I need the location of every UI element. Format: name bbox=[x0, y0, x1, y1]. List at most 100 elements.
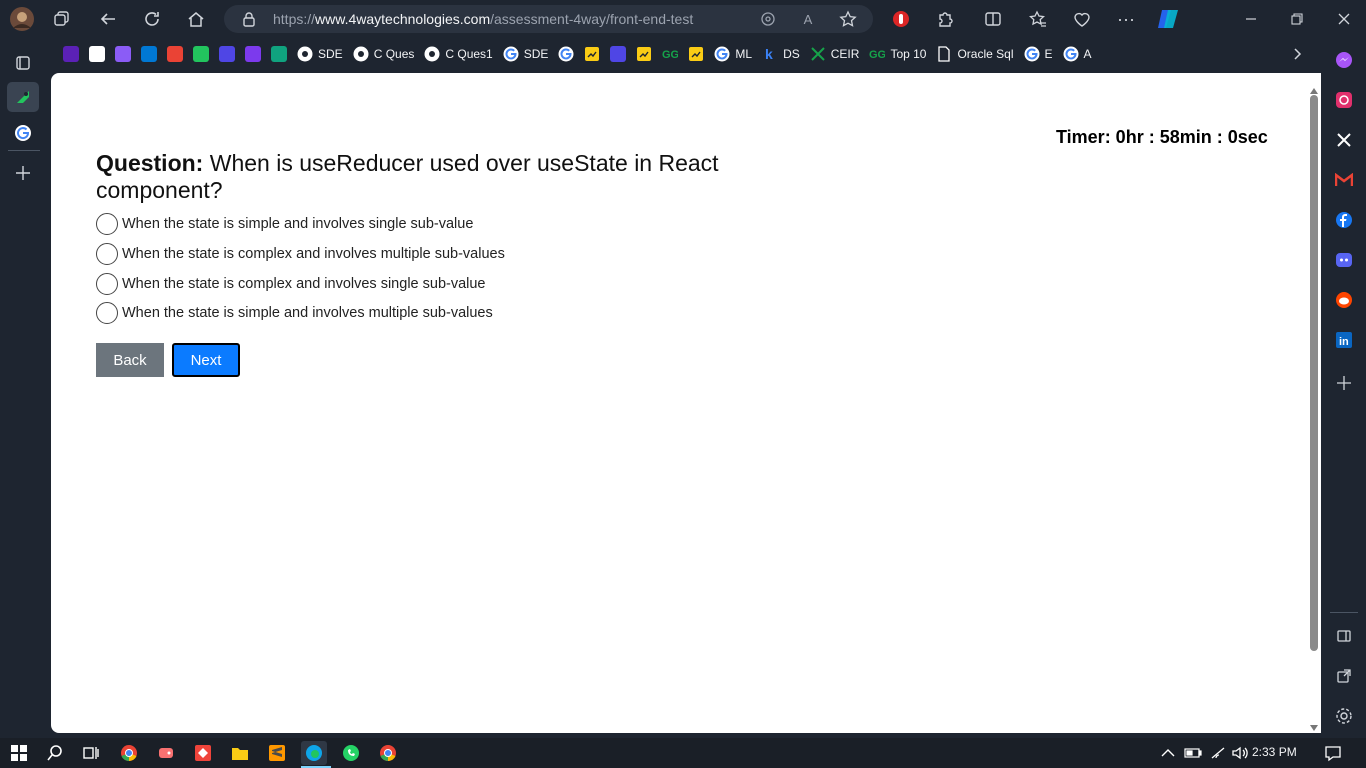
facebook-icon[interactable] bbox=[1333, 209, 1355, 231]
radio-button[interactable] bbox=[96, 213, 118, 235]
bookmarks-bar: SDE C Ques C Ques1 SDE GG ML k DS CEIR GG Top 10 Or… bbox=[58, 40, 1308, 68]
bookmark-item[interactable]: C Ques1 bbox=[419, 41, 497, 67]
close-icon[interactable] bbox=[1330, 5, 1358, 33]
more-options-icon[interactable]: ··· bbox=[1112, 5, 1140, 33]
bookmark-item[interactable]: ML bbox=[709, 41, 757, 67]
adblock-extension-icon[interactable] bbox=[887, 5, 915, 33]
copilot-icon[interactable] bbox=[1154, 5, 1182, 33]
url-text[interactable]: https://www.4waytechnologies.com/assessm… bbox=[273, 11, 693, 27]
new-tab-plus-icon[interactable] bbox=[14, 164, 32, 187]
radio-button[interactable] bbox=[96, 273, 118, 295]
volume-icon[interactable] bbox=[1227, 741, 1253, 765]
bookmark-item[interactable]: A bbox=[1058, 41, 1097, 67]
favorites-icon[interactable] bbox=[1024, 5, 1052, 33]
location-icon[interactable] bbox=[759, 10, 777, 28]
page-scrollbar[interactable] bbox=[1307, 73, 1321, 733]
gfg-icon: GG bbox=[869, 46, 885, 62]
bookmark-item[interactable] bbox=[84, 41, 110, 67]
answer-option-1[interactable]: When the state is simple and involves si… bbox=[96, 212, 473, 236]
bookmarks-overflow-chevron-icon[interactable] bbox=[1288, 45, 1306, 63]
edge-taskbar-icon[interactable] bbox=[301, 741, 327, 765]
linkedin-icon[interactable]: in bbox=[1333, 329, 1355, 351]
bookmark-item[interactable] bbox=[553, 41, 579, 67]
next-button[interactable]: Next bbox=[172, 343, 240, 377]
task-view-icon[interactable] bbox=[78, 741, 104, 765]
bookmark-item[interactable] bbox=[579, 41, 605, 67]
lock-icon[interactable] bbox=[242, 11, 256, 32]
hide-sidebar-icon[interactable] bbox=[1333, 625, 1355, 647]
discord-icon[interactable] bbox=[1333, 249, 1355, 271]
messenger-icon[interactable] bbox=[1333, 49, 1355, 71]
whatsapp-taskbar-icon[interactable] bbox=[338, 741, 364, 765]
file-explorer-icon[interactable] bbox=[227, 741, 253, 765]
chrome-second-taskbar-icon[interactable] bbox=[375, 741, 401, 765]
browser-essentials-icon[interactable] bbox=[1068, 5, 1096, 33]
home-icon[interactable] bbox=[182, 5, 210, 33]
bookmark-item[interactable] bbox=[136, 41, 162, 67]
bookmark-item[interactable]: C Ques bbox=[348, 41, 420, 67]
anydesk-taskbar-icon[interactable] bbox=[190, 741, 216, 765]
search-icon[interactable] bbox=[42, 741, 68, 765]
bookmark-item[interactable] bbox=[631, 41, 657, 67]
edge-sidebar: in bbox=[1322, 40, 1366, 740]
gmail-icon[interactable] bbox=[1333, 169, 1355, 191]
minimize-icon[interactable] bbox=[1237, 5, 1265, 33]
instagram-icon[interactable] bbox=[1333, 89, 1355, 111]
favorite-star-icon[interactable] bbox=[839, 10, 857, 28]
taskbar-clock[interactable]: 2:33 PM bbox=[1252, 745, 1297, 759]
scrollbar-thumb[interactable] bbox=[1310, 95, 1318, 651]
sublime-taskbar-icon[interactable] bbox=[264, 741, 290, 765]
scroll-down-arrow-icon[interactable] bbox=[1310, 718, 1318, 736]
battery-icon[interactable] bbox=[1180, 741, 1206, 765]
chrome-taskbar-icon[interactable] bbox=[116, 741, 142, 765]
bookmark-item[interactable] bbox=[58, 41, 84, 67]
bookmark-item[interactable] bbox=[266, 41, 292, 67]
bookmark-item[interactable]: GG bbox=[657, 41, 683, 67]
reddit-icon[interactable] bbox=[1333, 289, 1355, 311]
radio-button[interactable] bbox=[96, 302, 118, 324]
bookmark-item[interactable]: GG Top 10 bbox=[864, 41, 931, 67]
bookmark-item[interactable]: Oracle Sql bbox=[931, 41, 1018, 67]
back-arrow-icon[interactable] bbox=[94, 5, 122, 33]
address-bar[interactable]: https://www.4waytechnologies.com/assessm… bbox=[224, 5, 873, 33]
bookmark-item[interactable]: SDE bbox=[498, 41, 554, 67]
answer-option-4[interactable]: When the state is simple and involves mu… bbox=[96, 301, 493, 325]
answer-option-2[interactable]: When the state is complex and involves m… bbox=[96, 242, 505, 266]
bookmark-item[interactable] bbox=[110, 41, 136, 67]
bookmark-item[interactable] bbox=[188, 41, 214, 67]
refresh-icon[interactable] bbox=[138, 5, 166, 33]
profile-avatar[interactable] bbox=[8, 5, 36, 33]
restore-icon[interactable] bbox=[1283, 5, 1311, 33]
active-tab-favicon[interactable] bbox=[7, 82, 39, 112]
radio-button[interactable] bbox=[96, 243, 118, 265]
bookmark-item[interactable]: k DS bbox=[757, 41, 805, 67]
settings-gear-icon[interactable] bbox=[1333, 705, 1355, 727]
bookmark-item[interactable] bbox=[214, 41, 240, 67]
bookmark-item[interactable] bbox=[240, 41, 266, 67]
collections-icon[interactable] bbox=[48, 5, 76, 33]
windows-start-icon[interactable] bbox=[6, 741, 32, 765]
svg-text:GG: GG bbox=[662, 49, 678, 61]
bookmark-item[interactable]: E bbox=[1019, 41, 1058, 67]
add-sidebar-app-icon[interactable] bbox=[1333, 372, 1355, 394]
x-twitter-icon[interactable] bbox=[1333, 129, 1355, 151]
back-button[interactable]: Back bbox=[96, 343, 164, 377]
google-tab-icon[interactable] bbox=[14, 124, 32, 147]
bookmark-item[interactable]: CEIR bbox=[805, 41, 865, 67]
read-aloud-icon[interactable]: A bbox=[799, 10, 817, 28]
answer-option-3[interactable]: When the state is complex and involves s… bbox=[96, 272, 486, 296]
bookmark-item[interactable] bbox=[605, 41, 631, 67]
bookmark-item[interactable] bbox=[162, 41, 188, 67]
split-screen-icon[interactable] bbox=[979, 5, 1007, 33]
show-hidden-icons-chevron-icon[interactable] bbox=[1155, 741, 1181, 765]
tab-actions-icon[interactable] bbox=[14, 54, 32, 77]
open-external-icon[interactable] bbox=[1333, 665, 1355, 687]
bookmark-label: Oracle Sql bbox=[957, 47, 1014, 61]
bookmark-label: SDE bbox=[523, 47, 549, 61]
k-icon: k bbox=[762, 46, 778, 62]
bookmark-item[interactable] bbox=[683, 41, 709, 67]
game-taskbar-icon[interactable] bbox=[153, 741, 179, 765]
bookmark-item[interactable]: SDE bbox=[292, 41, 348, 67]
extensions-puzzle-icon[interactable] bbox=[931, 5, 959, 33]
notifications-icon[interactable] bbox=[1320, 741, 1346, 765]
